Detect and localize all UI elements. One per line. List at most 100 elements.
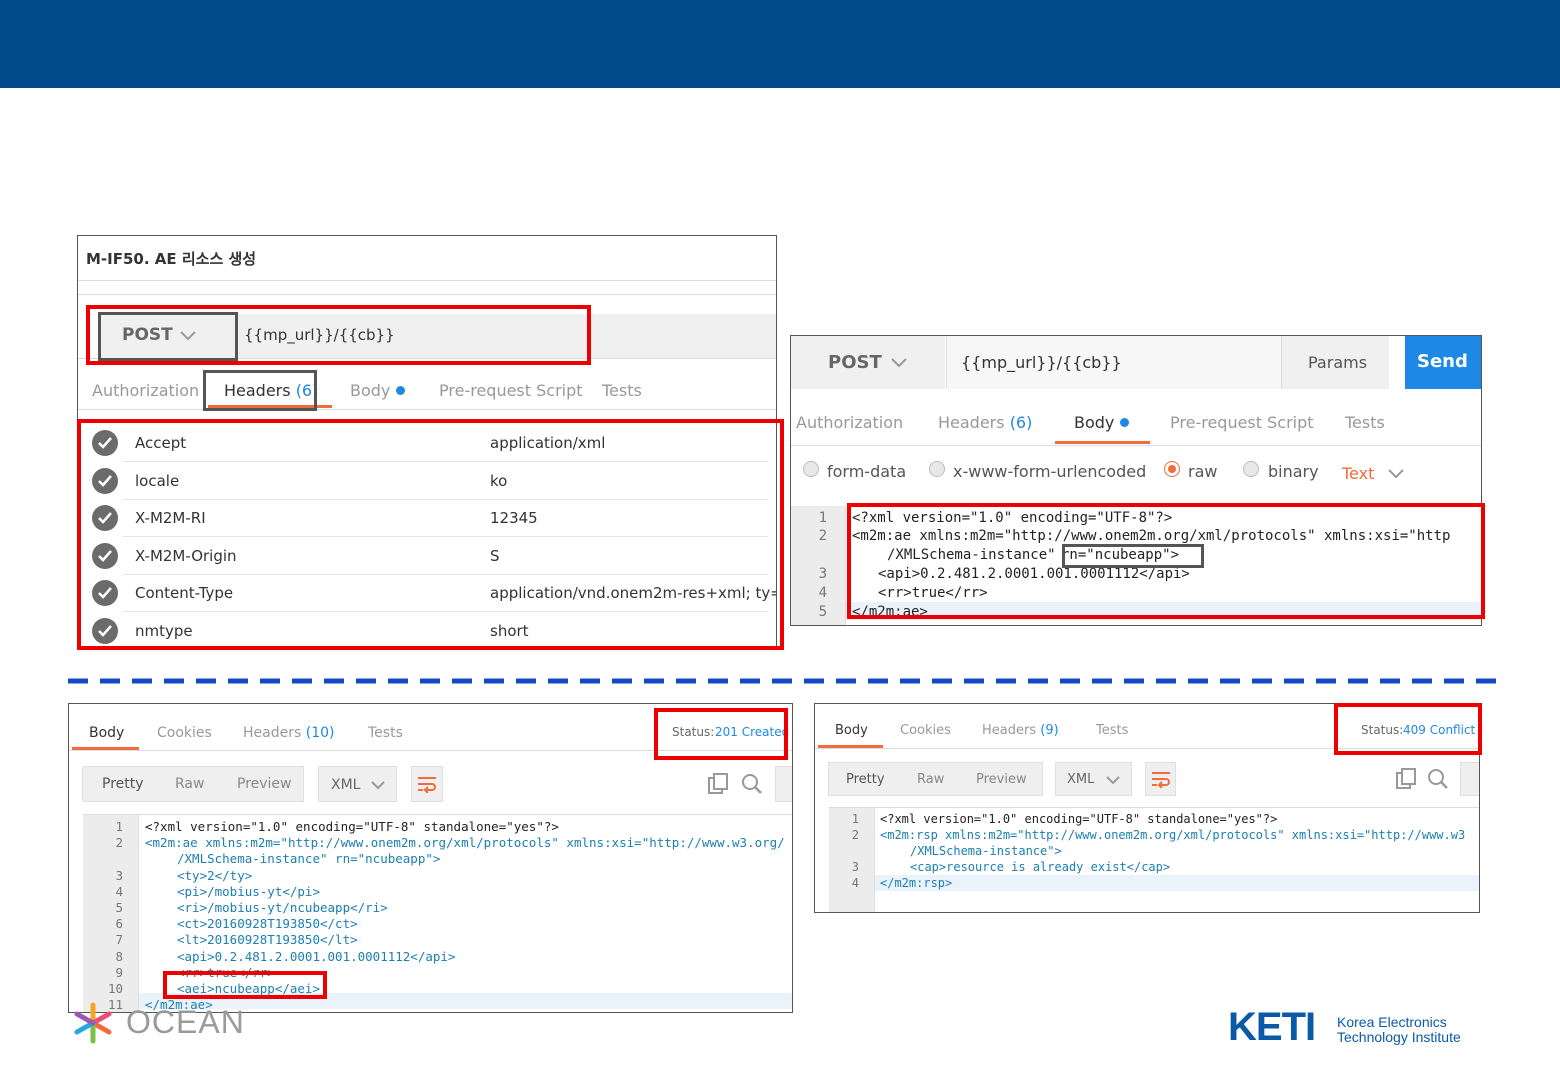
keti-name-line1: Korea Electronics (1337, 1014, 1447, 1030)
tab-authorization[interactable]: Authorization (796, 413, 903, 432)
radio-binary[interactable] (1243, 461, 1259, 477)
search-icon[interactable] (1427, 768, 1449, 790)
tab-headers-count: (6) (295, 381, 319, 400)
response-conflict-panel: Body Cookies Headers (9) Tests Status: 4… (814, 703, 1480, 913)
header-row[interactable]: locale ko (78, 462, 768, 500)
response-code-view[interactable]: 1 <?xml version="1.0" encoding="UTF-8" st… (829, 807, 1479, 912)
code-line: 1 <?xml version="1.0" encoding="UTF-8"?> (791, 510, 1481, 527)
check-icon[interactable] (92, 467, 118, 494)
params-button[interactable]: Params (1281, 336, 1389, 389)
radio-urlencoded[interactable] (929, 461, 945, 477)
preview-button[interactable]: Preview (237, 776, 292, 792)
tab-cookies[interactable]: Cookies (900, 723, 951, 738)
dot-indicator (1120, 418, 1130, 427)
url-input[interactable]: {{mp_url}}/{{cb}} (238, 314, 776, 358)
header-value: ko (490, 471, 508, 490)
url-input[interactable]: {{mp_url}}/{{cb}} (946, 336, 1281, 389)
send-button[interactable]: Send (1405, 336, 1481, 389)
check-icon[interactable] (92, 430, 118, 456)
search-icon[interactable] (741, 773, 763, 795)
code-editor[interactable]: 1 <?xml version="1.0" encoding="UTF-8"?> … (791, 506, 1481, 625)
tab-tests[interactable]: Tests (1345, 413, 1385, 432)
radio-form-data[interactable] (803, 461, 819, 477)
code-text: <pi>/mobius-yt</pi> (177, 883, 320, 899)
line-number: 3 (115, 867, 123, 883)
tab-headers[interactable]: Headers (6) (938, 413, 1032, 432)
divider (815, 748, 1479, 749)
raw-button[interactable]: Raw (917, 772, 944, 787)
tab-cookies[interactable]: Cookies (157, 725, 212, 741)
chevron-down-icon (180, 331, 196, 341)
tab-headers[interactable]: Headers (6) (224, 381, 318, 400)
content-type-select[interactable]: Text (1342, 464, 1374, 483)
code-text: <rr>true</rr> (177, 964, 275, 980)
format-select[interactable]: XML (1055, 762, 1132, 796)
tab-tests[interactable]: Tests (368, 725, 403, 741)
divider (123, 648, 768, 650)
url-text: {{mp_url}}/{{cb}} (961, 353, 1122, 372)
tab-headers[interactable]: Headers (10) (243, 725, 334, 741)
header-value: short (490, 621, 529, 640)
copy-icon[interactable] (707, 773, 729, 795)
raw-button[interactable]: Raw (175, 776, 204, 792)
tab-body[interactable]: Body (835, 723, 868, 738)
keti-name-line2: Technology Institute (1337, 1029, 1461, 1045)
code-line: 8 <api>0.2.481.2.0001.001.0001112</api> (83, 949, 792, 966)
tab-authorization[interactable]: Authorization (92, 381, 199, 400)
check-icon[interactable] (92, 505, 118, 531)
header-row[interactable]: X-M2M-RI 12345 (78, 499, 768, 537)
header-row[interactable]: X-M2M-Origin S (78, 537, 768, 575)
response-code-view[interactable]: 1 <?xml version="1.0" encoding="UTF-8" st… (83, 814, 792, 1012)
line-number: 1 (818, 510, 827, 526)
check-icon[interactable] (92, 542, 118, 569)
header-row[interactable]: Content-Type application/vnd.onem2m-res+x… (78, 574, 776, 612)
tab-prerequest[interactable]: Pre-request Script (439, 381, 583, 400)
header-row[interactable]: Accept application/xml (78, 424, 768, 462)
wrap-lines-button[interactable] (411, 766, 443, 802)
save-response-button[interactable] (775, 766, 792, 802)
method-select[interactable]: POST (791, 336, 945, 389)
code-text: <m2m:rsp xmlns:m2m="http://www.onem2m.or… (880, 828, 1466, 842)
code-line: 5 <ri>/mobius-yt/ncubeapp</ri> (83, 900, 792, 917)
code-line: 1 <?xml version="1.0" encoding="UTF-8" st… (829, 812, 1479, 829)
code-text: <cap>resource is already exist</cap> (910, 860, 1171, 874)
code-text: <?xml version="1.0" encoding="UTF-8" sta… (880, 812, 1278, 826)
copy-icon[interactable] (1395, 768, 1417, 790)
tab-body[interactable]: Body (1074, 413, 1130, 432)
check-icon[interactable] (92, 580, 118, 606)
pretty-button[interactable]: Pretty (102, 776, 144, 792)
code-text: </m2m:rsp> (880, 876, 953, 890)
radio-raw[interactable] (1164, 461, 1180, 477)
line-number: 4 (851, 876, 859, 890)
request-body-panel: POST {{mp_url}}/{{cb}} Params Send Autho… (790, 335, 1482, 626)
tab-headers-count: (10) (305, 725, 335, 741)
tab-body[interactable]: Body (89, 725, 124, 741)
code-line: /XMLSchema-instance" rn="ncubeapp"> (83, 851, 792, 868)
tab-headers[interactable]: Headers (9) (982, 723, 1059, 738)
tab-headers-label: Headers (938, 413, 1005, 432)
divider (78, 358, 776, 359)
wrap-lines-button[interactable] (1145, 762, 1176, 796)
chevron-down-icon (371, 781, 385, 790)
status-value: 409 Conflict (1403, 723, 1476, 737)
line-number: 4 (115, 883, 123, 899)
preview-button[interactable]: Preview (976, 772, 1027, 787)
header-value: 12345 (490, 509, 538, 527)
header-row[interactable]: nmtype short (78, 612, 768, 650)
save-response-button[interactable] (1460, 762, 1479, 796)
tab-prerequest[interactable]: Pre-request Script (1170, 413, 1314, 432)
code-line: 6 <ct>20160928T193850</ct> (83, 916, 792, 933)
line-number: 3 (851, 860, 859, 874)
tab-tests[interactable]: Tests (1096, 723, 1128, 738)
check-icon[interactable] (92, 617, 118, 644)
header-value: application/vnd.onem2m-res+xml; ty=2 (490, 584, 777, 602)
ocean-wordmark: OCEAN (126, 1004, 245, 1040)
tab-body[interactable]: Body (350, 381, 406, 400)
pretty-button[interactable]: Pretty (846, 772, 885, 787)
code-text: <api>0.2.481.2.0001.001.0001112</api> (878, 566, 1190, 582)
format-label: XML (1067, 772, 1095, 787)
ocean-logo: OCEAN (72, 1000, 252, 1046)
tab-tests[interactable]: Tests (602, 381, 642, 400)
format-select[interactable]: XML (318, 766, 397, 802)
method-select[interactable]: POST (100, 314, 236, 358)
